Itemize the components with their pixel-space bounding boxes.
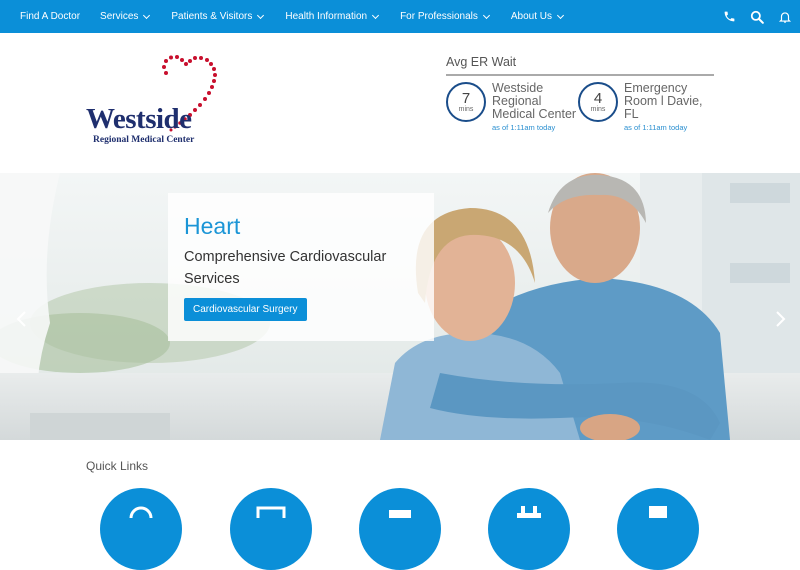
er-location-name: Emergency Room l Davie, FL [624, 81, 703, 121]
nav-label: About Us [510, 11, 553, 22]
search-icon[interactable] [750, 10, 764, 24]
nav-for-professionals[interactable]: For Professionals [400, 0, 490, 33]
cardiovascular-surgery-button[interactable]: Cardiovascular Surgery [184, 298, 307, 321]
er-wait-minutes: 7 [461, 89, 471, 107]
nav-utility-icons [722, 0, 792, 33]
er-updated-time: as of 1:11am today [624, 123, 688, 132]
quick-links-section: Quick Links [0, 440, 800, 570]
nav-health-information[interactable]: Health Information [285, 0, 380, 33]
nav-about-us[interactable]: About Us [510, 0, 565, 33]
document-icon [649, 506, 667, 518]
chevron-down-icon [372, 11, 380, 19]
events-icon [517, 506, 541, 518]
er-wait-unit: mins [458, 105, 474, 113]
chevron-left-icon[interactable] [14, 311, 30, 327]
quick-link-classes-events[interactable] [488, 488, 570, 570]
er-location-westside[interactable]: 7 mins Westside Regional Medical Center … [446, 82, 578, 132]
nav-label: Find A Doctor [20, 11, 81, 22]
er-wait-minutes: 4 [593, 89, 603, 107]
er-wait-unit: mins [590, 105, 606, 113]
bell-icon[interactable] [778, 10, 792, 24]
hero-title: Heart [184, 213, 241, 239]
hero-card: Heart Comprehensive Cardiovascular Servi… [168, 193, 434, 341]
chevron-down-icon [556, 11, 565, 19]
hero-carousel: Heart Comprehensive Cardiovascular Servi… [0, 173, 800, 440]
location-icon [389, 510, 411, 518]
quick-link-appointments[interactable] [230, 488, 312, 570]
nav-label: Health Information [285, 11, 368, 22]
er-location-davie[interactable]: 4 mins Emergency Room l Davie, FL as of … [578, 82, 710, 132]
quick-link-locations[interactable] [359, 488, 441, 570]
nav-patients-visitors[interactable]: Patients & Visitors [171, 0, 265, 33]
top-navigation: Find A Doctor Services Patients & Visito… [0, 0, 800, 33]
nav-find-a-doctor[interactable]: Find A Doctor [20, 0, 80, 33]
calendar-icon [256, 506, 286, 518]
logo-name: Westside [86, 103, 192, 135]
chevron-down-icon [482, 11, 490, 19]
hero-subtitle: Comprehensive Cardiovascular Services [184, 249, 387, 287]
doctor-icon [129, 506, 153, 518]
nav-label: For Professionals [400, 11, 478, 22]
er-location-name: Westside Regional Medical Center [492, 81, 577, 121]
er-wait-time-badge: 7 mins [446, 82, 486, 122]
er-wait-title: Avg ER Wait [446, 55, 714, 76]
phone-icon[interactable] [722, 10, 736, 24]
nav-services[interactable]: Services [100, 0, 151, 33]
er-wait-widget: Avg ER Wait 7 mins Westside Regional Med… [446, 55, 714, 132]
chevron-right-icon[interactable] [772, 311, 788, 327]
quick-link-find-doctor[interactable] [100, 488, 182, 570]
westside-logo[interactable]: Westside Regional Medical Center [84, 55, 244, 145]
nav-label: Services [100, 11, 139, 22]
quick-links-title: Quick Links [86, 459, 149, 473]
er-wait-time-badge: 4 mins [578, 82, 618, 122]
quick-link-pay-bill[interactable] [617, 488, 699, 570]
chevron-down-icon [143, 11, 151, 19]
nav-label: Patients & Visitors [171, 11, 253, 22]
site-header: Westside Regional Medical Center Avg ER … [0, 33, 800, 173]
logo-subtitle: Regional Medical Center [93, 135, 195, 145]
er-updated-time: as of 1:11am today [492, 123, 556, 132]
chevron-down-icon [257, 11, 265, 19]
